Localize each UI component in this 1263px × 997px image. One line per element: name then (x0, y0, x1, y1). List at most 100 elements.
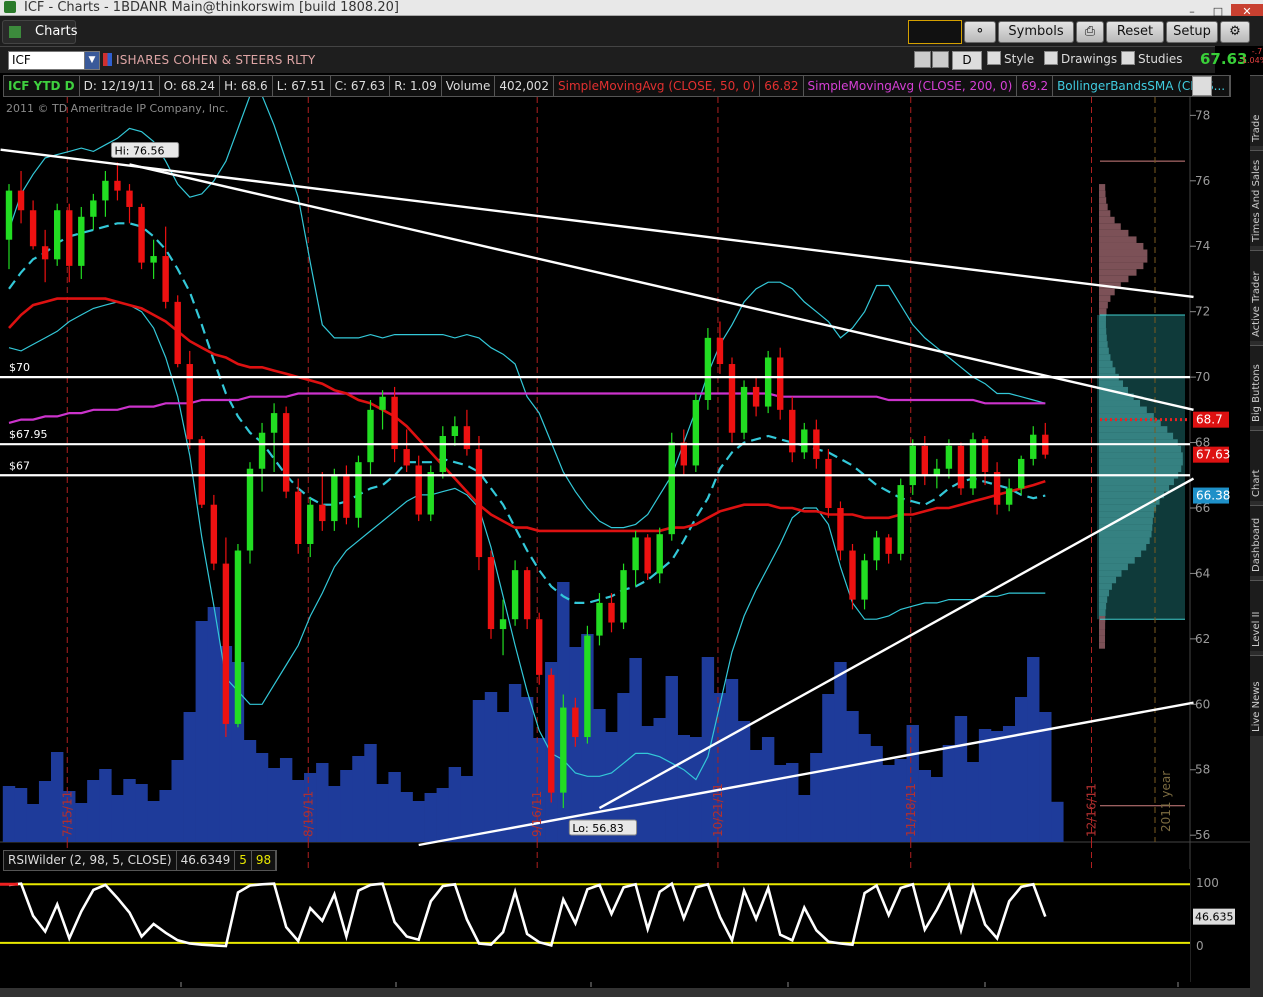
volume-bar (834, 662, 847, 842)
price-tick-label: 58 (1195, 763, 1210, 777)
candle-body (403, 449, 410, 466)
drawings-button[interactable]: Drawings (1044, 51, 1117, 68)
volume-bar (1002, 726, 1016, 842)
candle-body (174, 301, 181, 365)
candle-body (596, 602, 603, 636)
sidebar-tab-label: Chart (1251, 469, 1262, 497)
sidebar-tab-label: Trade (1251, 114, 1262, 142)
volume-bar (111, 795, 124, 842)
candle-body (692, 400, 700, 466)
candle-body (41, 246, 49, 260)
volume-profile-bar (1099, 576, 1117, 584)
reset-button[interactable]: Reset (1106, 21, 1164, 43)
volume-bar (858, 734, 871, 842)
sidebar-tab[interactable]: Level II (1250, 580, 1263, 651)
sidebar-tab-label: Live News (1251, 681, 1262, 732)
price-change: -.71 -1.04% (1239, 47, 1263, 65)
volume-profile-bar (1099, 537, 1150, 544)
horizontal-scrollbar[interactable] (0, 988, 1250, 997)
volume-bar (388, 772, 401, 842)
tab-charts[interactable]: Charts (2, 20, 78, 44)
bar-high: H: 68.6 (220, 76, 273, 96)
year-label: 2011 year (1159, 771, 1173, 832)
sma200-label[interactable]: SimpleMovingAvg (CLOSE, 200, 0) (804, 76, 1018, 96)
sidebar-tab-label: Active Trader (1251, 271, 1262, 337)
volume-profile-bar (1099, 197, 1107, 204)
sidebar-tab[interactable]: Live News (1250, 655, 1263, 736)
sma50-label[interactable]: SimpleMovingAvg (CLOSE, 50, 0) (554, 76, 761, 96)
window-title: ICF - Charts - 1BDANR Main@thinkorswim [… (24, 0, 399, 15)
symbols-button[interactable]: Symbols (998, 21, 1074, 43)
rsi-tick-label: 0 (1196, 939, 1204, 953)
sidebar-tab[interactable]: Dashboard (1250, 505, 1263, 576)
candle-body (837, 507, 844, 551)
drawing-tools-icon[interactable] (914, 51, 949, 68)
volume-profile-bar (1099, 275, 1129, 283)
date-marker-label: 10/21/11 (711, 783, 725, 837)
candle-body (945, 445, 953, 469)
sidebar-tab[interactable]: Big Buttons (1250, 345, 1263, 426)
volume-profile-bar (1099, 543, 1147, 551)
style-button[interactable]: Style (987, 51, 1034, 68)
setup-button[interactable]: Setup (1166, 21, 1218, 43)
volume-bar (990, 731, 1004, 842)
candle-body (270, 413, 278, 433)
right-sidebar: Trade Times And Sales Active Trader Big But… (1250, 75, 1263, 997)
volume-bar (882, 765, 895, 842)
volume-profile-bar (1099, 635, 1106, 643)
volume-bar (737, 721, 751, 842)
volume-bar (340, 770, 353, 842)
volume-profile-bar (1099, 550, 1142, 558)
volume-profile-bar (1099, 354, 1111, 361)
candle-body (608, 602, 615, 623)
volume-profile-bar (1099, 367, 1116, 374)
studies-button[interactable]: Studies (1121, 51, 1183, 68)
candle-body (5, 190, 13, 240)
symbol-input[interactable]: ICF (8, 51, 88, 70)
price-tick-label: 60 (1195, 697, 1210, 711)
volume-profile-bar (1099, 557, 1135, 564)
volume-bar (255, 753, 269, 842)
link-icon[interactable]: ⚬ (964, 21, 996, 43)
chart-settings-icon[interactable] (1192, 76, 1212, 96)
window-title-bar: ICF - Charts - 1BDANR Main@thinkorswim [… (0, 0, 1263, 19)
candle-body (536, 619, 543, 675)
volume-bar (954, 716, 968, 842)
candle-body (849, 550, 856, 600)
link-box[interactable] (908, 20, 962, 44)
volume-bar (267, 768, 281, 842)
volume-profile-bar (1099, 380, 1124, 387)
candle-body (909, 445, 916, 486)
rsi-current-value: 46.6349 (177, 851, 236, 870)
print-icon[interactable]: ⎙ (1076, 21, 1104, 43)
main-toolbar: Charts ⚬ Symbols ⎙ Reset Setup ⚙ (0, 16, 1263, 46)
volume-bar (978, 729, 992, 842)
sidebar-tab[interactable]: Active Trader (1250, 250, 1263, 341)
volume-bar (412, 801, 425, 842)
sidebar-tab-label: Times And Sales (1251, 159, 1262, 242)
candle-body (198, 439, 205, 505)
flag-icon (103, 53, 112, 66)
settings-icon[interactable]: ⚙ (1220, 21, 1250, 43)
horizontal-level-label: $70 (9, 361, 30, 374)
volume-bar (677, 735, 690, 842)
volume-bar (798, 795, 811, 842)
volume-bar (123, 779, 136, 842)
candle-body (29, 210, 37, 247)
volume-profile-bar (1099, 308, 1107, 315)
sidebar-tab[interactable]: Times And Sales (1250, 150, 1263, 246)
sidebar-tab[interactable]: Chart (1250, 430, 1263, 501)
rsi-title[interactable]: RSIWilder (2, 98, 5, CLOSE) (4, 851, 177, 870)
volume-bar (195, 621, 208, 842)
candle-body (1018, 458, 1025, 489)
sidebar-tab[interactable]: Trade (1250, 75, 1263, 146)
period-button[interactable]: D (952, 51, 982, 70)
candle-body (620, 570, 627, 623)
symbol-dropdown-icon[interactable]: ▼ (84, 51, 100, 70)
volume-bar (665, 676, 678, 842)
volume-profile-bar (1099, 269, 1137, 276)
candle-body (367, 409, 374, 463)
volume-profile-bar (1099, 517, 1153, 525)
date-marker-label: 12/16/11 (1085, 783, 1099, 837)
candle-body (704, 337, 712, 401)
